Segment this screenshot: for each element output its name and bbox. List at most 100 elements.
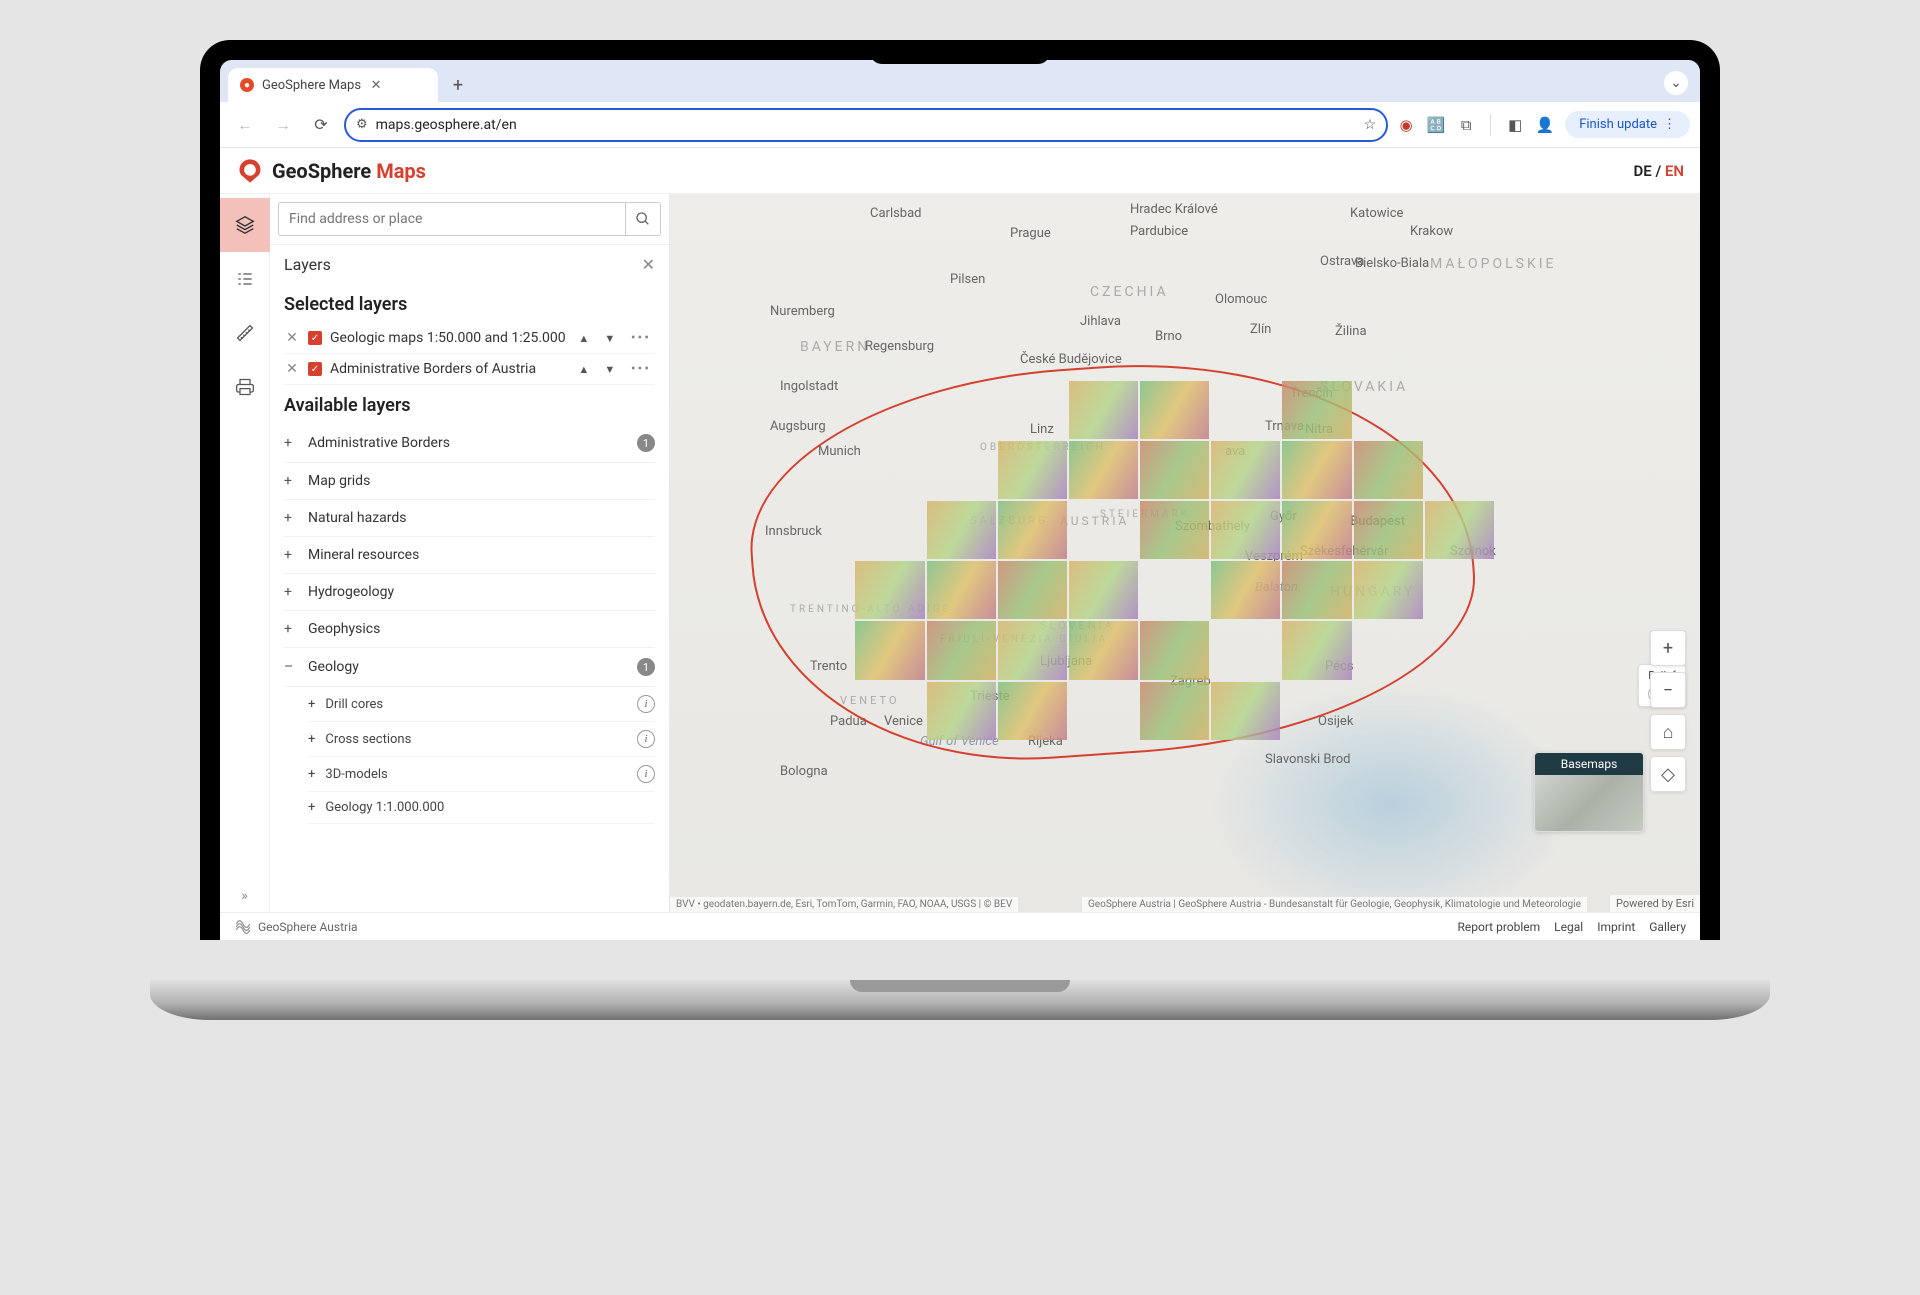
browser-toolbar: ← → ⟳ ⚙ ☆ ◉ 🔠 ⧉ ◧ 👤 Finish update ⋮ [220,102,1700,148]
map-region-label: BAYERN [800,339,870,355]
layer-menu-icon[interactable]: ••• [627,330,655,346]
sub-layer-item[interactable]: + Drill cores i [308,687,655,722]
layers-panel: Layers ✕ Selected layers ✕ ✓ Geologic ma… [270,194,670,912]
move-up-icon[interactable]: ▲ [575,329,593,347]
layer-label: Geologic maps 1:50.000 and 1:25.000 [330,330,567,346]
zoom-in-button[interactable]: + [1650,630,1686,666]
footer-link[interactable]: Legal [1554,920,1583,934]
rail-expand-button[interactable]: » [233,880,256,912]
available-layer-label: Mineral resources [308,547,419,563]
expand-icon: + [284,473,298,489]
rail-measure-button[interactable] [220,306,270,360]
sub-layer-item[interactable]: + 3D-models i [308,757,655,792]
available-layer-item[interactable]: – Geology 1 [284,648,655,687]
sub-layer-label: Geology 1:1.000.000 [325,800,444,815]
available-layer-item[interactable]: + Hydrogeology [284,574,655,611]
close-tab-icon[interactable]: ✕ [369,78,383,92]
info-icon[interactable]: i [637,730,655,748]
forward-button[interactable]: → [268,110,298,140]
footer-link[interactable]: Imprint [1597,920,1635,934]
expand-icon: + [284,435,298,451]
available-layer-label: Map grids [308,473,370,489]
extension-icon-1[interactable]: ◉ [1396,115,1416,135]
finish-update-button[interactable]: Finish update ⋮ [1565,111,1690,138]
move-down-icon[interactable]: ▼ [601,360,619,378]
home-extent-button[interactable]: ⌂ [1650,714,1686,750]
map-city-label: Nuremberg [770,304,835,319]
collapse-icon: – [284,659,298,675]
footer-link[interactable]: Report problem [1457,920,1540,934]
map-city-label: Trento [810,659,847,674]
sub-layer-label: 3D-models [325,767,387,782]
map-canvas[interactable]: Carlsbad Prague Hradec Králové Pardubice… [670,194,1700,912]
info-icon[interactable]: i [637,765,655,783]
tab-overflow-button[interactable]: ⌄ [1664,71,1688,95]
footer-org: GeoSphere Austria [258,920,358,934]
map-city-label: Krakow [1410,224,1453,239]
layer-checkbox[interactable]: ✓ [308,331,322,345]
expand-icon: + [308,800,315,815]
new-tab-button[interactable]: + [444,71,472,99]
info-icon[interactable]: i [637,695,655,713]
available-layer-item[interactable]: + Map grids [284,463,655,500]
remove-layer-icon[interactable]: ✕ [284,361,300,377]
panel-close-icon[interactable]: ✕ [642,255,655,274]
search-button[interactable] [625,202,661,236]
move-up-icon[interactable]: ▲ [575,360,593,378]
profile-icon[interactable]: 👤 [1535,115,1555,135]
map-city-label: Augsburg [770,419,826,434]
rail-print-button[interactable] [220,360,270,414]
map-city-label: Žilina [1335,324,1367,339]
search-input[interactable] [278,202,625,236]
layer-label: Administrative Borders of Austria [330,361,567,377]
rail-legend-button[interactable] [220,252,270,306]
sub-layer-item[interactable]: + Geology 1:1.000.000 [308,792,655,824]
sub-layer-item[interactable]: + Cross sections i [308,722,655,757]
browser-tab[interactable]: ● GeoSphere Maps ✕ [228,68,438,102]
sub-layer-label: Cross sections [325,732,411,747]
address-bar[interactable]: ⚙ ☆ [344,108,1388,142]
rail-layers-button[interactable] [220,198,270,252]
logo-text-b: Maps [376,159,426,183]
basemap-switcher[interactable]: Basemaps [1534,752,1644,832]
reload-button[interactable]: ⟳ [306,110,336,140]
map-region-label: MAŁOPOLSKIE [1430,256,1557,272]
footer-logo-icon [234,918,252,936]
translate-icon[interactable]: 🔠 [1426,115,1446,135]
remove-layer-icon[interactable]: ✕ [284,330,300,346]
available-layer-item[interactable]: + Administrative Borders 1 [284,424,655,463]
available-layer-item[interactable]: + Natural hazards [284,500,655,537]
site-settings-icon[interactable]: ⚙ [356,117,368,132]
layer-checkbox[interactable]: ✓ [308,362,322,376]
map-city-label: Innsbruck [765,524,822,539]
map-country-label: CZECHIA [1090,284,1169,300]
app-logo[interactable]: GeoSphere Maps [236,157,426,185]
map-city-label: Brno [1155,329,1182,344]
lang-en[interactable]: EN [1665,162,1684,180]
layer-menu-icon[interactable]: ••• [627,361,655,377]
map-city-label: Prague [1010,226,1051,241]
basemap-label: Basemaps [1535,753,1643,775]
map-attribution-left: BVV • geodaten.bayern.de, Esri, TomTom, … [670,897,1018,912]
bookmark-icon[interactable]: ☆ [1364,117,1377,133]
lang-de[interactable]: DE [1634,162,1652,180]
footer-link[interactable]: Gallery [1649,920,1686,934]
extensions-icon[interactable]: ⧉ [1456,115,1476,135]
geologic-map-tiles [855,381,1494,740]
move-down-icon[interactable]: ▼ [601,329,619,347]
back-button[interactable]: ← [230,110,260,140]
sidepanel-icon[interactable]: ◧ [1505,115,1525,135]
available-layer-label: Administrative Borders [308,435,450,451]
available-layer-item[interactable]: + Mineral resources [284,537,655,574]
available-layer-item[interactable]: + Geophysics [284,611,655,648]
locate-button[interactable]: ◇ [1650,756,1686,792]
map-city-label: České Budějovice [1020,352,1122,367]
map-city-label: Ingolstadt [780,379,838,394]
map-city-label: Jihlava [1080,314,1121,329]
available-layer-label: Geophysics [308,621,380,637]
url-input[interactable] [376,117,1356,133]
selected-layer-item: ✕ ✓ Administrative Borders of Austria ▲ … [284,354,655,385]
zoom-out-button[interactable]: − [1650,672,1686,708]
lang-sep: / [1652,162,1665,180]
browser-tab-bar: ● GeoSphere Maps ✕ + ⌄ [220,60,1700,102]
